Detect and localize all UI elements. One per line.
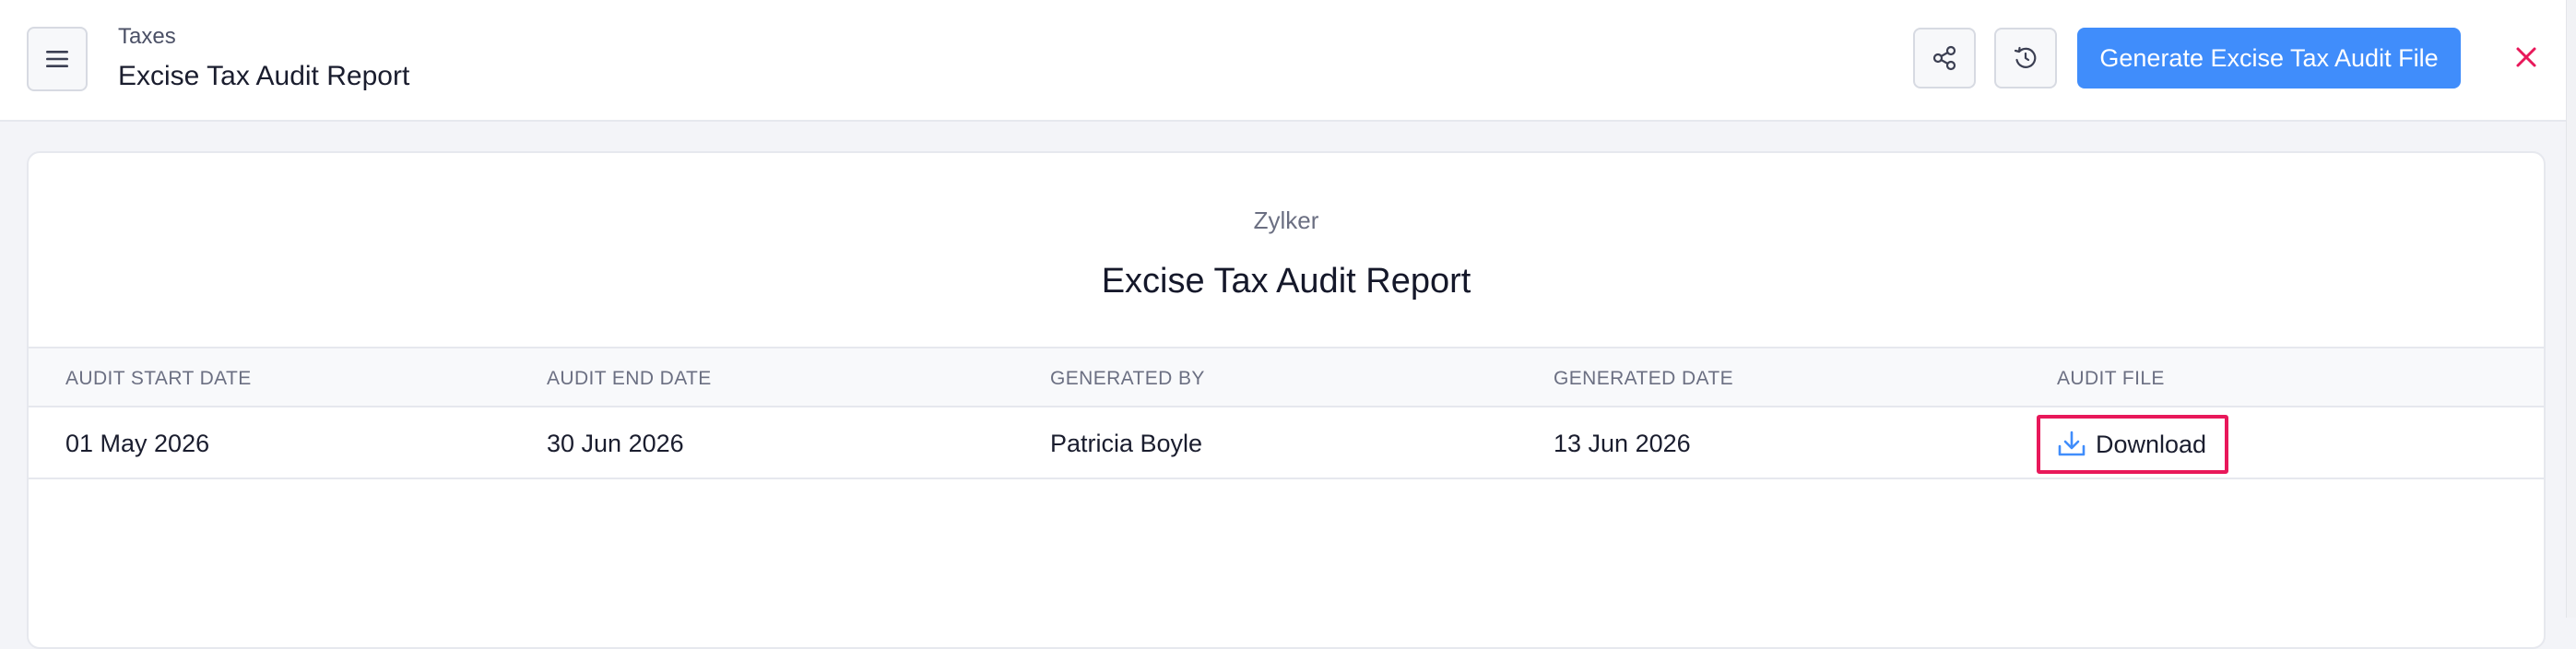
- history-button[interactable]: [1994, 28, 2057, 88]
- page-title: Excise Tax Audit Report: [118, 61, 410, 91]
- cell-generated-by: Patricia Boyle: [1050, 430, 1203, 457]
- breadcrumb[interactable]: Taxes: [118, 24, 176, 50]
- table-row: 01 May 2026 30 Jun 2026 Patricia Boyle 1…: [29, 407, 2544, 479]
- page-scrollbar[interactable]: [2566, 0, 2576, 618]
- report-title: Excise Tax Audit Report: [1101, 262, 1471, 301]
- download-label: Download: [2096, 430, 2207, 458]
- share-button[interactable]: [1913, 28, 1976, 88]
- download-icon: [2058, 431, 2086, 456]
- history-icon: [2014, 46, 2037, 68]
- cell-generated-date: 13 Jun 2026: [1554, 430, 1691, 457]
- cell-audit-end-date: 30 Jun 2026: [547, 430, 684, 457]
- share-icon: [1932, 45, 1956, 71]
- organization-name: Zylker: [1253, 206, 1319, 234]
- column-header-audit-end-date: AUDIT END DATE: [547, 368, 712, 389]
- menu-button[interactable]: [27, 27, 88, 91]
- close-button[interactable]: [2508, 39, 2545, 76]
- page-header: Taxes Excise Tax Audit Report Generate E…: [0, 0, 2576, 122]
- generate-audit-file-button[interactable]: Generate Excise Tax Audit File: [2077, 28, 2461, 88]
- column-header-generated-by: GENERATED BY: [1050, 368, 1205, 389]
- close-icon: [2516, 47, 2536, 67]
- table-header: AUDIT START DATE AUDIT END DATE GENERATE…: [29, 347, 2544, 407]
- download-audit-file-link[interactable]: Download: [2037, 415, 2228, 474]
- column-header-generated-date: GENERATED DATE: [1554, 368, 1734, 389]
- column-header-audit-file: AUDIT FILE: [2057, 368, 2165, 389]
- column-header-audit-start-date: AUDIT START DATE: [65, 368, 252, 389]
- report-card: Zylker Excise Tax Audit Report AUDIT STA…: [27, 151, 2546, 649]
- hamburger-menu-icon: [46, 51, 68, 67]
- cell-audit-start-date: 01 May 2026: [65, 430, 210, 457]
